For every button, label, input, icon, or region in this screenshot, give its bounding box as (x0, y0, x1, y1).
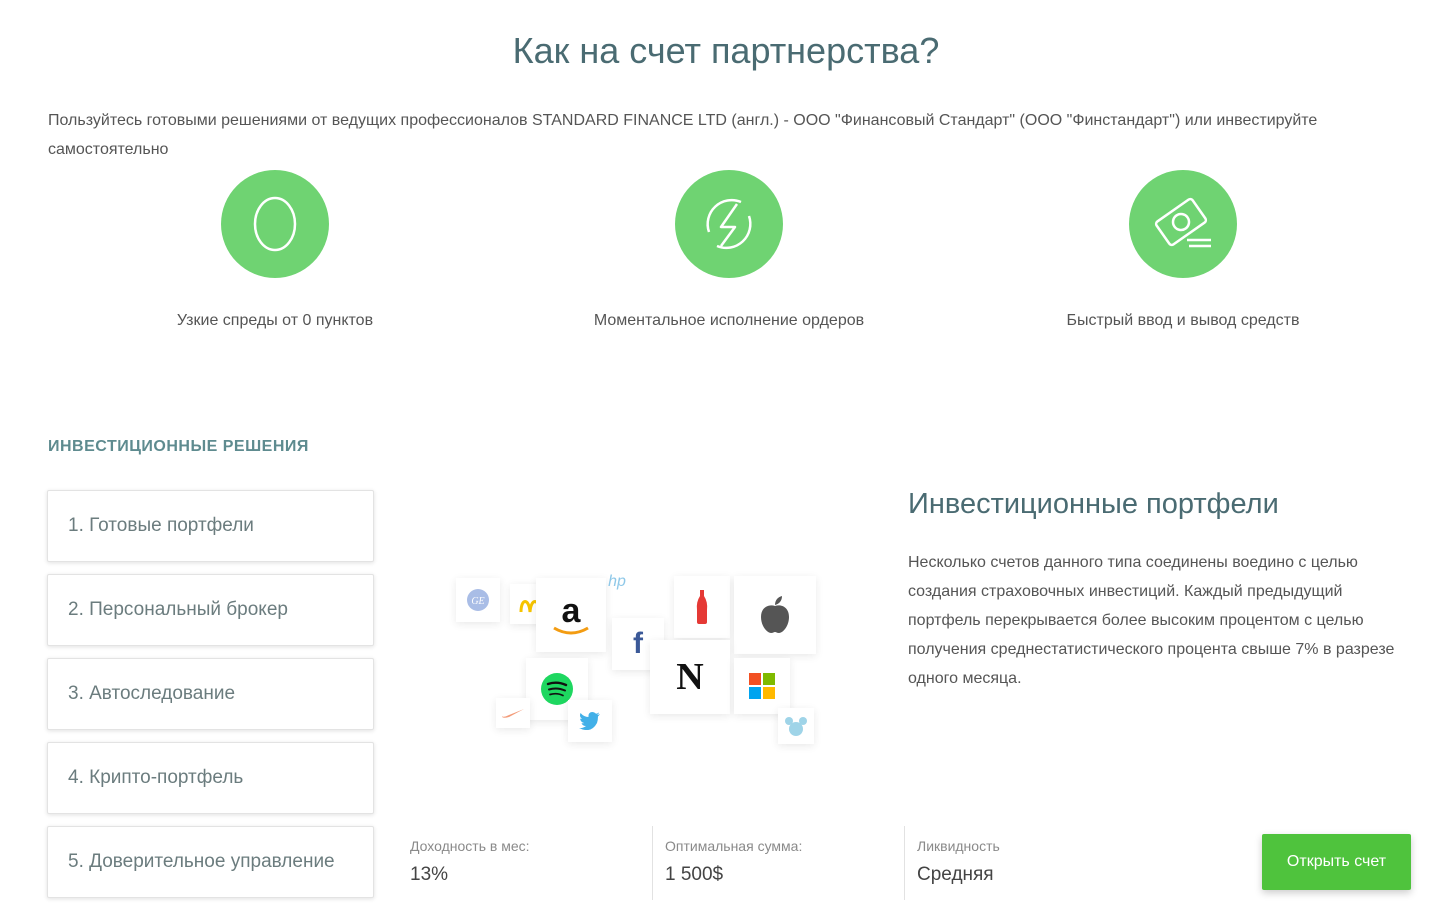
money-icon (1129, 170, 1237, 278)
lightning-icon (675, 170, 783, 278)
stat-optimal-amount: Оптимальная сумма: 1 500$ (652, 826, 904, 900)
hp-text: hp (608, 573, 626, 590)
netflix-letter: N (676, 656, 704, 698)
hp-logo: hp (598, 566, 636, 598)
disney-logo (778, 708, 814, 744)
netflix-logo: N (650, 640, 730, 714)
stat-value: Средняя (917, 864, 994, 885)
tab-ready-portfolios[interactable]: 1. Готовые портфели (47, 490, 374, 562)
feature-execution: Моментальное исполнение ордеров (579, 170, 879, 330)
twitter-logo (568, 700, 612, 742)
stat-label: Оптимальная сумма: (665, 838, 803, 854)
tab-crypto-portfolio[interactable]: 4. Крипто-портфель (47, 742, 374, 814)
feature-caption: Узкие спреды от 0 пунктов (176, 312, 374, 329)
feature-caption: Быстрый ввод и вывод средств (1066, 312, 1300, 329)
feature-caption: Моментальное исполнение ордеров (593, 312, 865, 329)
cocacola-logo (674, 576, 730, 638)
open-account-button[interactable]: Открыть счет (1262, 834, 1411, 890)
tab-personal-broker[interactable]: 2. Персональный брокер (47, 574, 374, 646)
page-title: Как на счет партнерства? (512, 30, 940, 71)
ge-logo: GE (456, 578, 500, 622)
brand-logos-illustration: GE a hp f N (450, 560, 830, 750)
facebook-letter: f (633, 627, 643, 660)
nike-logo (496, 698, 530, 728)
detail-description: Несколько счетов данного типа соединены … (908, 554, 1395, 687)
microsoft-logo (734, 658, 790, 714)
feature-spreads: Узкие спреды от 0 пунктов (125, 170, 425, 330)
intro-text: Пользуйтесь готовыми решениями от ведущи… (48, 112, 1318, 158)
stat-monthly-return: Доходность в мес: 13% (400, 826, 652, 900)
stat-liquidity: Ликвидность Средняя (904, 826, 1156, 900)
section-label: ИНВЕСТИЦИОННЫЕ РЕШЕНИЯ (48, 438, 309, 455)
svg-text:GE: GE (471, 596, 484, 607)
amazon-letter: a (562, 592, 582, 630)
tab-copy-trading[interactable]: 3. Автоследование (47, 658, 374, 730)
apple-logo (734, 576, 816, 654)
amazon-logo: a (536, 578, 606, 652)
tab-trust-management[interactable]: 5. Доверительное управление (47, 826, 374, 898)
stat-value: 13% (410, 864, 449, 885)
stat-label: Ликвидность (917, 838, 1000, 854)
stat-value: 1 500$ (665, 864, 724, 885)
solution-tabs: 1. Готовые портфели 2. Персональный брок… (47, 490, 374, 910)
stat-label: Доходность в мес: (410, 838, 530, 854)
zero-icon (221, 170, 329, 278)
detail-title: Инвестиционные портфели (908, 488, 1279, 520)
feature-deposit: Быстрый ввод и вывод средств (1033, 170, 1333, 330)
